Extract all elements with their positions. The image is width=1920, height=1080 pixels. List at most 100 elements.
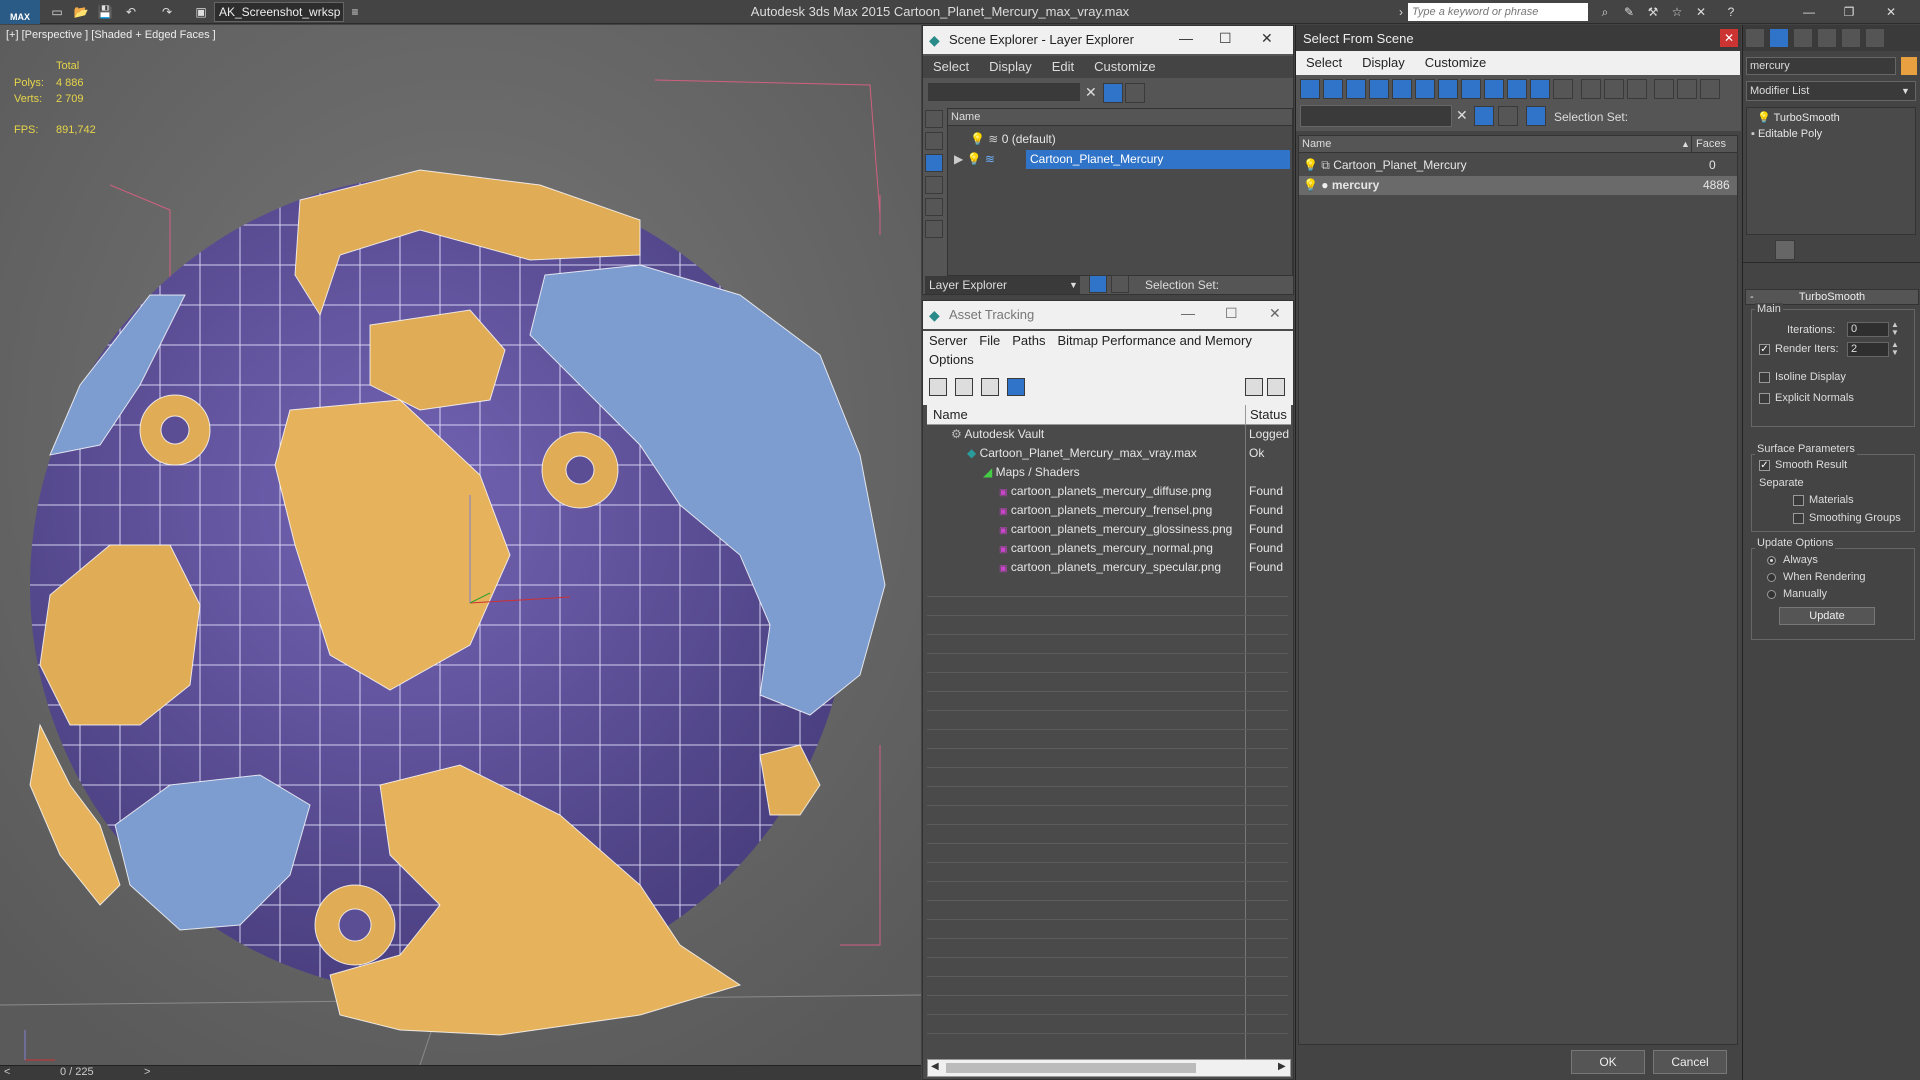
sort-by-hierarchy-icon[interactable]: [1111, 275, 1129, 293]
light-bulb-icon[interactable]: 💡: [1757, 112, 1771, 124]
display-cameras-icon[interactable]: [925, 198, 943, 216]
render-iters-spinner[interactable]: 2: [1847, 342, 1889, 357]
time-prev-button[interactable]: <: [4, 1066, 10, 1078]
remove-modifier-icon[interactable]: [1829, 240, 1849, 260]
shapes-filter-icon[interactable]: [1323, 79, 1343, 99]
close-icon[interactable]: ✕: [1269, 305, 1281, 322]
menu-bitmap-performance[interactable]: Bitmap Performance and Memory: [1052, 331, 1258, 351]
restore-icon[interactable]: ❐: [1840, 3, 1858, 21]
undo-icon[interactable]: ↶: [122, 3, 140, 21]
find-layers-icon[interactable]: [1498, 106, 1518, 126]
frozen-filter-icon[interactable]: [1530, 79, 1550, 99]
maximize-icon[interactable]: ☐: [1219, 30, 1232, 47]
sort-up-icon[interactable]: ▲: [1681, 136, 1690, 153]
explicit-normals-checkbox[interactable]: [1759, 393, 1770, 404]
cancel-button[interactable]: Cancel: [1653, 1050, 1727, 1074]
menu-display[interactable]: Display: [979, 56, 1042, 78]
stack-item-turbosmooth[interactable]: 💡 TurboSmooth: [1747, 110, 1915, 126]
star-icon[interactable]: ☆: [1668, 3, 1686, 21]
keyword-search-input[interactable]: Type a keyword or phrase: [1408, 3, 1588, 21]
menu-customize[interactable]: Customize: [1415, 51, 1496, 75]
maximize-icon[interactable]: ☐: [1225, 305, 1238, 322]
settings-icon[interactable]: [1267, 378, 1285, 396]
perspective-viewport[interactable]: [+] [Perspective ] [Shaded + Edged Faces…: [0, 25, 921, 1065]
refresh-icon[interactable]: [929, 378, 947, 396]
lights-filter-icon[interactable]: [1346, 79, 1366, 99]
tools-icon[interactable]: ✎: [1620, 3, 1638, 21]
always-radio[interactable]: [1767, 556, 1776, 565]
binoculars-icon[interactable]: ⌕: [1596, 3, 1614, 21]
help-icon[interactable]: ?: [1722, 3, 1740, 21]
chevron-down-icon[interactable]: ▼: [1901, 82, 1910, 100]
help-icon[interactable]: [1245, 378, 1263, 396]
layer-row-cartoon-planet[interactable]: ▶ 💡 ≋ Cartoon_Planet_Mercury: [948, 150, 1292, 169]
select-none-icon[interactable]: [1604, 79, 1624, 99]
light-bulb-icon[interactable]: 💡: [1303, 178, 1318, 192]
find-hierarchy-icon[interactable]: [1526, 106, 1546, 126]
layer-row-default[interactable]: 💡 ≋ 0 (default): [948, 130, 1292, 149]
project-icon[interactable]: ▣: [192, 3, 210, 21]
show-end-result-icon[interactable]: [1775, 240, 1795, 260]
smoothing-groups-checkbox[interactable]: [1793, 513, 1804, 524]
menu-options[interactable]: Options: [923, 351, 980, 369]
stack-item-editable-poly[interactable]: ▪ Editable Poly: [1747, 126, 1915, 142]
menu-paths[interactable]: Paths: [1006, 331, 1051, 351]
asset-row[interactable]: ▣ cartoon_planets_mercury_normal.png Foun…: [927, 539, 1291, 558]
cameras-filter-icon[interactable]: [1369, 79, 1389, 99]
close-icon[interactable]: ✕: [1261, 30, 1273, 47]
ok-button[interactable]: OK: [1571, 1050, 1645, 1074]
close-icon[interactable]: ✕: [1720, 29, 1738, 47]
column-name[interactable]: Name: [933, 405, 968, 425]
object-row[interactable]: 💡 ⧉ Cartoon_Planet_Mercury 0: [1299, 156, 1737, 175]
asset-row[interactable]: ▣ cartoon_planets_mercury_diffuse.png Fou…: [927, 482, 1291, 501]
smooth-result-checkbox[interactable]: ✓: [1759, 460, 1770, 471]
layer-options-icon[interactable]: [1125, 83, 1145, 103]
close-x-icon[interactable]: ✕: [1692, 3, 1710, 21]
menu-select[interactable]: Select: [923, 56, 979, 78]
menu-customize[interactable]: Customize: [1084, 56, 1165, 78]
helpers-filter-icon[interactable]: [1392, 79, 1412, 99]
sort-by-layer-icon[interactable]: [1089, 275, 1107, 293]
update-button[interactable]: Update: [1779, 607, 1875, 625]
menu-select[interactable]: Select: [1296, 51, 1352, 75]
asset-row[interactable]: ▣ cartoon_planets_mercury_frensel.png Fou…: [927, 501, 1291, 520]
motion-tab-icon[interactable]: [1817, 28, 1837, 48]
filter-icon[interactable]: [1103, 83, 1123, 103]
find-filter-icon[interactable]: [1474, 106, 1494, 126]
open-icon[interactable]: 📂: [72, 3, 90, 21]
materials-checkbox[interactable]: [1793, 495, 1804, 506]
make-unique-icon[interactable]: [1807, 240, 1827, 260]
close-window-icon[interactable]: ✕: [1882, 3, 1900, 21]
time-slider[interactable]: < 0 / 225 >: [0, 1065, 921, 1080]
object-color-swatch[interactable]: [1901, 57, 1917, 75]
containers-filter-icon[interactable]: [1507, 79, 1527, 99]
asset-row[interactable]: ▣ cartoon_planets_mercury_glossiness.png…: [927, 520, 1291, 539]
scroll-thumb[interactable]: [946, 1063, 1196, 1073]
display-objects-icon[interactable]: [925, 110, 943, 128]
hierarchy-icon[interactable]: [1677, 79, 1697, 99]
column-name[interactable]: Name: [1302, 136, 1331, 153]
spinner-arrows-icon[interactable]: ▲ ▼: [1891, 341, 1899, 357]
display-geometry-icon[interactable]: [925, 132, 943, 150]
display-helpers-icon[interactable]: [925, 220, 943, 238]
display-shapes-icon[interactable]: [925, 154, 943, 172]
new-icon[interactable]: ▭: [48, 3, 66, 21]
viewport-label[interactable]: [+] [Perspective ] [Shaded + Edged Faces…: [6, 29, 216, 41]
expand-arrow-icon[interactable]: ▶: [954, 152, 963, 166]
workspace-menu-icon[interactable]: ≡: [346, 3, 364, 21]
hierarchy-tab-icon[interactable]: [1793, 28, 1813, 48]
filter-options-icon[interactable]: [1654, 79, 1674, 99]
select-all-icon[interactable]: [1581, 79, 1601, 99]
select-invert-icon[interactable]: [1627, 79, 1647, 99]
manually-radio[interactable]: [1767, 590, 1776, 599]
create-tab-icon[interactable]: [1745, 28, 1765, 48]
menu-file[interactable]: File: [973, 331, 1006, 351]
asset-row[interactable]: ▣ cartoon_planets_mercury_specular.png Fo…: [927, 558, 1291, 577]
light-bulb-icon[interactable]: 💡: [1303, 158, 1318, 172]
menu-edit[interactable]: Edit: [1042, 56, 1084, 78]
modify-tab-icon[interactable]: [1769, 28, 1789, 48]
clear-filter-icon[interactable]: ✕: [1085, 84, 1097, 101]
app-logo[interactable]: MAX: [0, 0, 40, 24]
workspace-dropdown[interactable]: AK_Screenshot_wrksp: [214, 2, 344, 22]
list-view-icon[interactable]: [955, 378, 973, 396]
